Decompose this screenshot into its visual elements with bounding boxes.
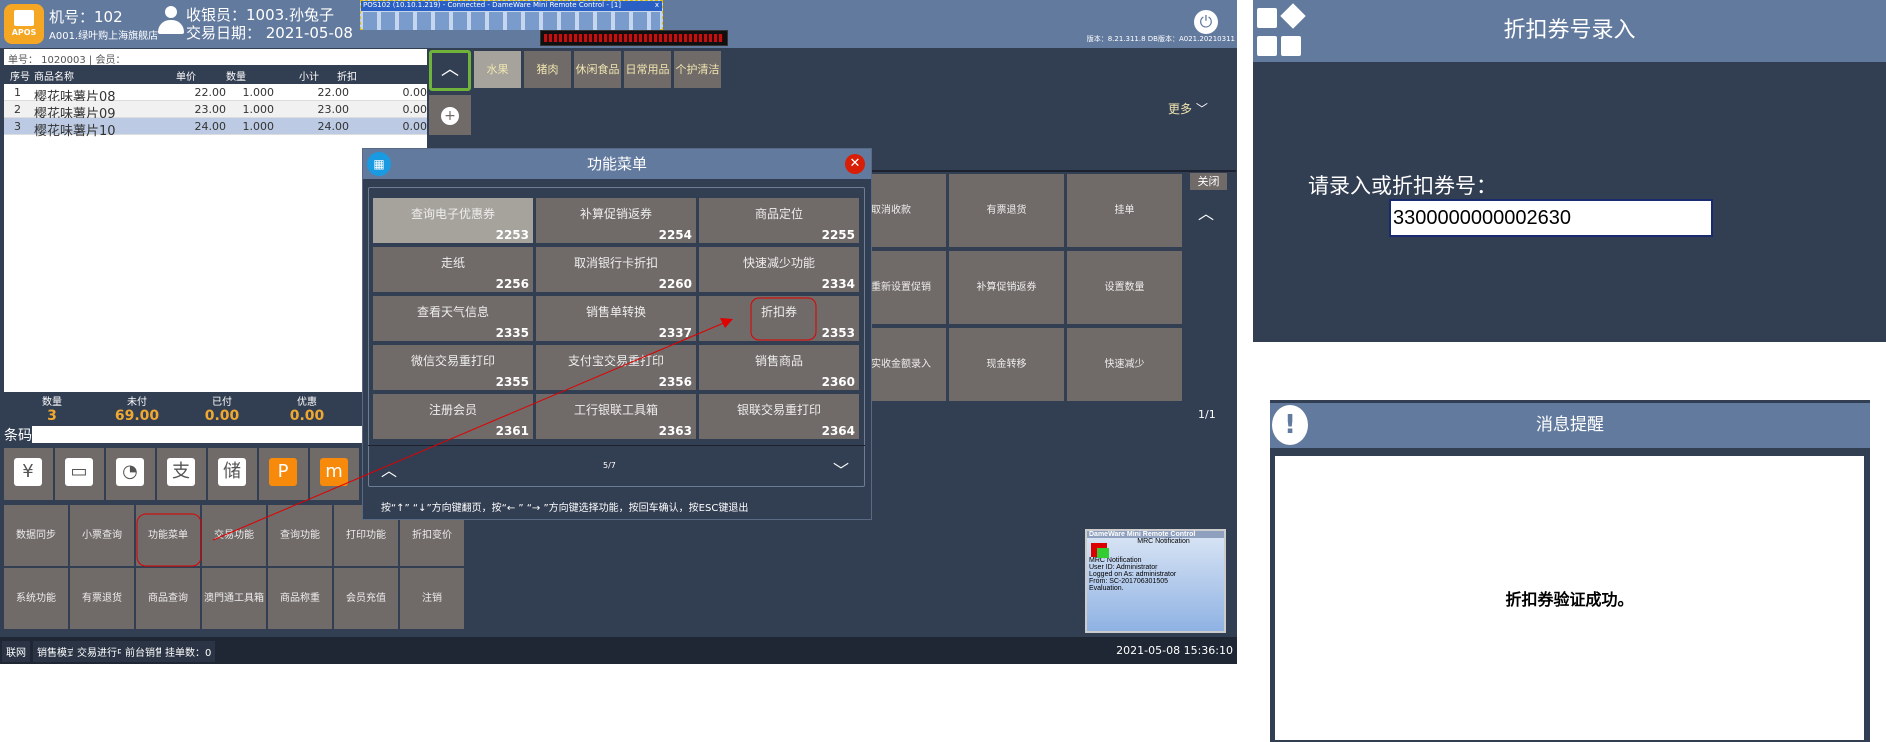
message-body: 折扣券验证成功。: [1275, 456, 1864, 740]
message-text: 折扣券验证成功。: [1505, 590, 1634, 609]
coupon-titlebar: 折扣券号录入: [1253, 0, 1886, 62]
annotation-arrowhead: [720, 318, 733, 328]
annotation-arrow: [212, 321, 727, 541]
coupon-title: 折扣券号录入: [1503, 18, 1636, 43]
annotation-box-coupon: [750, 297, 817, 341]
coupon-input[interactable]: [1389, 199, 1713, 237]
message-titlebar: 消息提醒 !: [1270, 403, 1870, 448]
alert-icon: !: [1272, 405, 1308, 445]
coupon-entry-dialog: 折扣券号录入 请录入或折扣券号：: [1253, 0, 1886, 342]
annotation-box-function-menu: [136, 513, 202, 567]
annotation-layer: [136, 297, 817, 567]
message-dialog: 消息提醒 ! 折扣券验证成功。: [1270, 400, 1870, 742]
coupon-prompt: 请录入或折扣券号：: [1308, 174, 1497, 198]
message-title: 消息提醒: [1536, 415, 1604, 435]
app-grid-icon: [1257, 3, 1307, 58]
